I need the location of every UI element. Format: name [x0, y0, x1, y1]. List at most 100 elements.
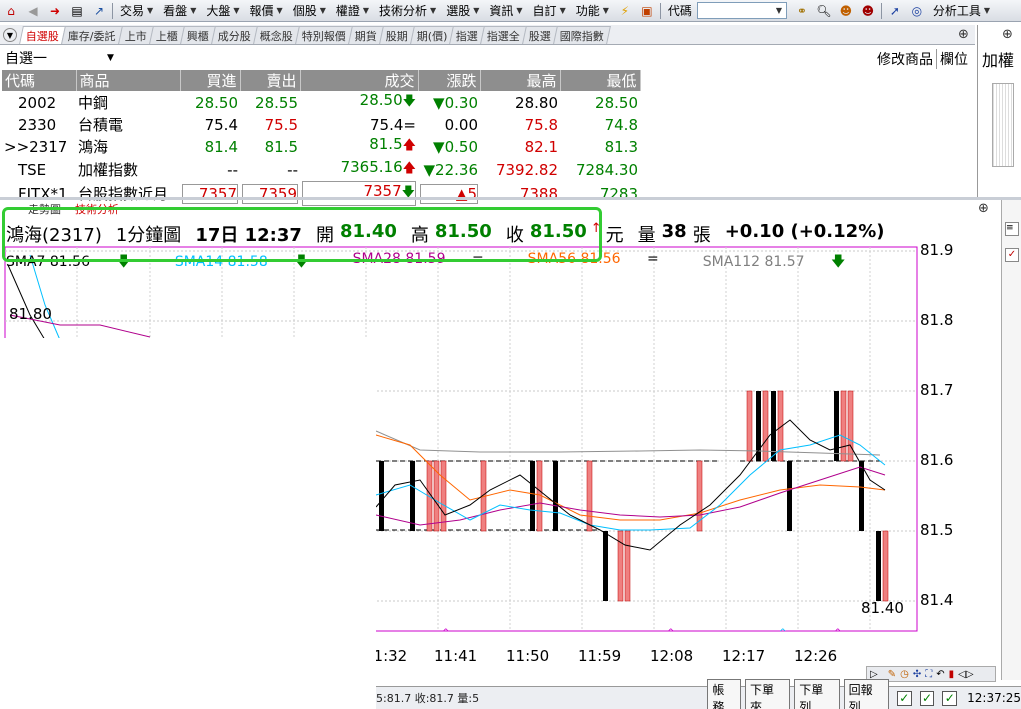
settings-icon[interactable]: ≡: [1005, 222, 1019, 236]
check-icon[interactable]: ✓: [1005, 248, 1019, 262]
sma7-early-line: [7, 264, 46, 341]
menu-warrant[interactable]: 權證 ▼: [331, 1, 374, 21]
sma-magenta-line: [375, 466, 886, 526]
menu-watch[interactable]: 看盤 ▼: [158, 1, 201, 21]
check-toggle-1[interactable]: ✓: [896, 690, 912, 706]
chevron-down-icon[interactable]: ▼: [107, 53, 114, 63]
x-tick-label: 11:59: [578, 647, 622, 665]
header-last[interactable]: 成交: [300, 70, 419, 91]
unit-label: 元: [605, 225, 624, 246]
export-icon[interactable]: ↗: [90, 2, 108, 20]
columns-button[interactable]: 欄位: [936, 49, 971, 69]
tab-inventory[interactable]: 庫存/委託: [61, 26, 123, 44]
scroll-right-icon[interactable]: ▷: [870, 669, 878, 680]
tab-emerging[interactable]: 興櫃: [179, 26, 216, 44]
zoom-fit-icon[interactable]: ⛶: [925, 669, 932, 680]
menu-stock[interactable]: 個股 ▼: [288, 1, 331, 21]
binoculars-icon[interactable]: ⚭: [793, 2, 811, 20]
cell-ask: 75.5: [264, 115, 298, 134]
side-panel-title: 加權: [982, 51, 1015, 70]
tab-listed[interactable]: 上市: [117, 26, 154, 44]
back-icon[interactable]: ◀: [24, 2, 42, 20]
tab-intl-index[interactable]: 國際指數: [553, 26, 612, 44]
menu-trade[interactable]: 交易 ▼: [115, 1, 158, 21]
clock-time: 12:37:25: [967, 691, 1021, 705]
draw-tool-icon[interactable]: ✎: [888, 669, 896, 680]
menu-technical[interactable]: 技術分析 ▼: [374, 1, 441, 21]
check-toggle-2[interactable]: ✓: [919, 690, 935, 706]
side-panel-scrollbar[interactable]: [992, 83, 1014, 167]
analysis-icon[interactable]: ◎: [908, 2, 926, 20]
menu-custom[interactable]: 自訂 ▼: [528, 1, 571, 21]
y-tick-label: 81.8: [920, 311, 954, 329]
tab-futures-price[interactable]: 期(價): [409, 26, 455, 44]
notepad-icon[interactable]: ▣: [638, 2, 656, 20]
cell-change: ▼22.36: [423, 160, 479, 179]
cursor-icon[interactable]: ➚: [886, 2, 904, 20]
cell-last: 7365.16🡅: [340, 158, 416, 176]
tab-scroll-icon[interactable]: ▼: [3, 28, 17, 42]
scroll-end-icon[interactable]: ◁▷: [958, 669, 973, 680]
cell-bid: 75.4: [204, 115, 238, 134]
header-ask[interactable]: 賣出: [240, 70, 301, 91]
crosshair-icon[interactable]: ✣: [913, 669, 921, 680]
menu-quote[interactable]: 報價 ▼: [245, 1, 288, 21]
order-bar-button[interactable]: 下單列: [794, 679, 840, 709]
order-folder-button[interactable]: 下單夾: [744, 679, 791, 709]
menu-bar: ⌂ ◀ ➜ ▤ ↗ 交易 ▼ 看盤 ▼ 大盤 ▼ 報價 ▼ 個股 ▼ 權證 ▼ 技術分析 ▼ …: [0, 0, 1021, 22]
edit-symbols-button[interactable]: 修改商品: [874, 49, 936, 69]
report-bar-button[interactable]: 回報列: [843, 679, 889, 709]
table-row[interactable]: 2330 台積電 75.4 75.5 75.4= 0.00 75.8 74.8: [2, 114, 640, 135]
tab-watchlist[interactable]: 自選股: [19, 26, 66, 44]
people-alt-icon[interactable]: ☻: [859, 2, 877, 20]
header-low[interactable]: 最低: [560, 70, 641, 91]
tab-index-options-all[interactable]: 指選全: [480, 26, 528, 44]
zoom-in-icon[interactable]: ⊕: [978, 201, 989, 216]
x-tick-label: 11:41: [434, 647, 478, 665]
tab-stock-futures[interactable]: 股期: [378, 26, 415, 44]
print-icon[interactable]: ▤: [68, 2, 86, 20]
pane-divider[interactable]: [0, 197, 1021, 200]
undo-icon[interactable]: ↶: [936, 669, 944, 680]
table-row[interactable]: TSE 加權指數 -- -- 7365.16🡅 ▼22.36 7392.82 7…: [2, 158, 640, 181]
menu-analysis-tools[interactable]: 分析工具 ▼: [928, 1, 995, 21]
zoom-in-icon[interactable]: ⊕: [958, 27, 969, 42]
chart-type-icon[interactable]: ▮: [949, 669, 955, 680]
cell-change: ▼0.30: [433, 93, 478, 112]
header-bid[interactable]: 買進: [180, 70, 241, 91]
y-tick-label: 81.5: [920, 521, 954, 539]
menu-function[interactable]: 功能 ▼: [571, 1, 614, 21]
header-name[interactable]: 商品: [76, 70, 181, 91]
header-code[interactable]: 代碼: [2, 70, 77, 91]
clock-icon[interactable]: ◷: [900, 669, 909, 680]
volume-label: 量: [637, 225, 656, 246]
sma112-legend[interactable]: SMA112 81.57 🡇: [703, 251, 868, 275]
people-icon[interactable]: ☻: [837, 2, 855, 20]
x-tick-label: 11:50: [506, 647, 550, 665]
table-row[interactable]: 2002 中鋼 28.50 28.55 28.50🡇 ▼0.30 28.80 2…: [2, 91, 640, 114]
code-input[interactable]: ▼: [696, 2, 787, 19]
tab-special-quote[interactable]: 特別報價: [294, 26, 353, 44]
header-highlight-box: [2, 207, 602, 262]
zoom-in-icon[interactable]: ⊕: [1002, 27, 1013, 42]
check-toggle-3[interactable]: ✓: [942, 690, 958, 706]
tab-concept[interactable]: 概念股: [252, 26, 300, 44]
home-icon[interactable]: ⌂: [2, 2, 20, 20]
table-row[interactable]: >>2317 鴻海 81.4 81.5 81.5🡅 ▼0.50 82.1 81.…: [2, 135, 640, 158]
watchlist-name[interactable]: 自選一: [5, 48, 47, 68]
lightning-icon[interactable]: ⚡: [616, 2, 634, 20]
tab-otc[interactable]: 上櫃: [148, 26, 185, 44]
menu-screener[interactable]: 選股 ▼: [441, 1, 484, 21]
header-change[interactable]: 漲跌: [418, 70, 481, 91]
chevron-down-icon[interactable]: ▼: [773, 4, 785, 17]
tab-futures[interactable]: 期貨: [347, 26, 384, 44]
forward-icon[interactable]: ➜: [46, 2, 64, 20]
search-icon[interactable]: 🔍︎: [815, 2, 833, 20]
bar-down: [603, 531, 608, 601]
account-button[interactable]: 帳務: [707, 679, 741, 709]
menu-market[interactable]: 大盤 ▼: [201, 1, 244, 21]
tab-components[interactable]: 成分股: [210, 26, 258, 44]
header-high[interactable]: 最高: [480, 70, 561, 91]
cell-last: 81.5🡅: [369, 135, 416, 153]
menu-info[interactable]: 資訊 ▼: [484, 1, 527, 21]
